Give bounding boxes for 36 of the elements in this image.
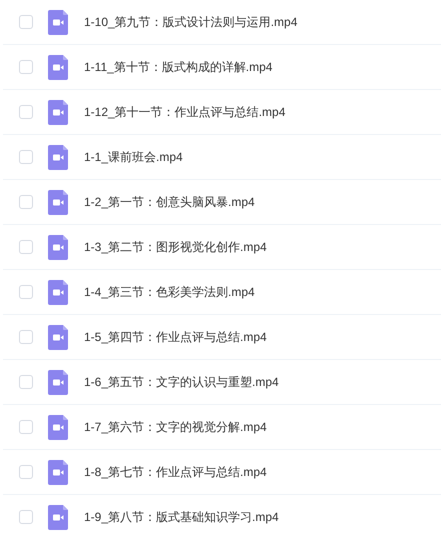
video-file-icon (48, 144, 68, 170)
file-name[interactable]: 1-7_第六节：文字的视觉分解.mp4 (84, 418, 267, 436)
file-name[interactable]: 1-10_第九节：版式设计法则与运用.mp4 (84, 13, 298, 31)
file-name[interactable]: 1-3_第二节：图形视觉化创作.mp4 (84, 238, 267, 256)
video-file-icon (48, 10, 68, 34)
video-file-icon (48, 370, 68, 394)
checkbox[interactable] (19, 15, 33, 29)
file-name[interactable]: 1-5_第四节：作业点评与总结.mp4 (84, 328, 267, 346)
video-file-icon (48, 100, 68, 124)
video-file-icon (48, 414, 68, 440)
checkbox[interactable] (19, 150, 33, 164)
file-name[interactable]: 1-1_课前班会.mp4 (84, 148, 183, 166)
checkbox[interactable] (19, 375, 33, 389)
video-file-icon (48, 504, 68, 530)
checkbox[interactable] (19, 105, 33, 119)
checkbox[interactable] (19, 285, 33, 299)
file-name[interactable]: 1-12_第十一节：作业点评与总结.mp4 (84, 103, 286, 121)
checkbox[interactable] (19, 195, 33, 209)
checkbox[interactable] (19, 330, 33, 344)
file-name[interactable]: 1-2_第一节：创意头脑风暴.mp4 (84, 193, 255, 211)
file-name[interactable]: 1-6_第五节：文字的认识与重塑.mp4 (84, 373, 279, 391)
video-file-icon (48, 54, 68, 80)
checkbox[interactable] (19, 420, 33, 434)
file-name[interactable]: 1-11_第十节：版式构成的详解.mp4 (84, 58, 272, 76)
file-name[interactable]: 1-9_第八节：版式基础知识学习.mp4 (84, 508, 279, 526)
file-name[interactable]: 1-8_第七节：作业点评与总结.mp4 (84, 463, 267, 481)
checkbox[interactable] (19, 465, 33, 479)
video-file-icon (48, 460, 68, 484)
checkbox[interactable] (19, 240, 33, 254)
file-name[interactable]: 1-4_第三节：色彩美学法则.mp4 (84, 283, 255, 301)
checkbox[interactable] (19, 510, 33, 524)
video-file-icon (48, 234, 68, 260)
video-file-icon (48, 324, 68, 350)
checkbox[interactable] (19, 60, 33, 74)
video-file-icon (48, 190, 68, 214)
video-file-icon (48, 280, 68, 304)
